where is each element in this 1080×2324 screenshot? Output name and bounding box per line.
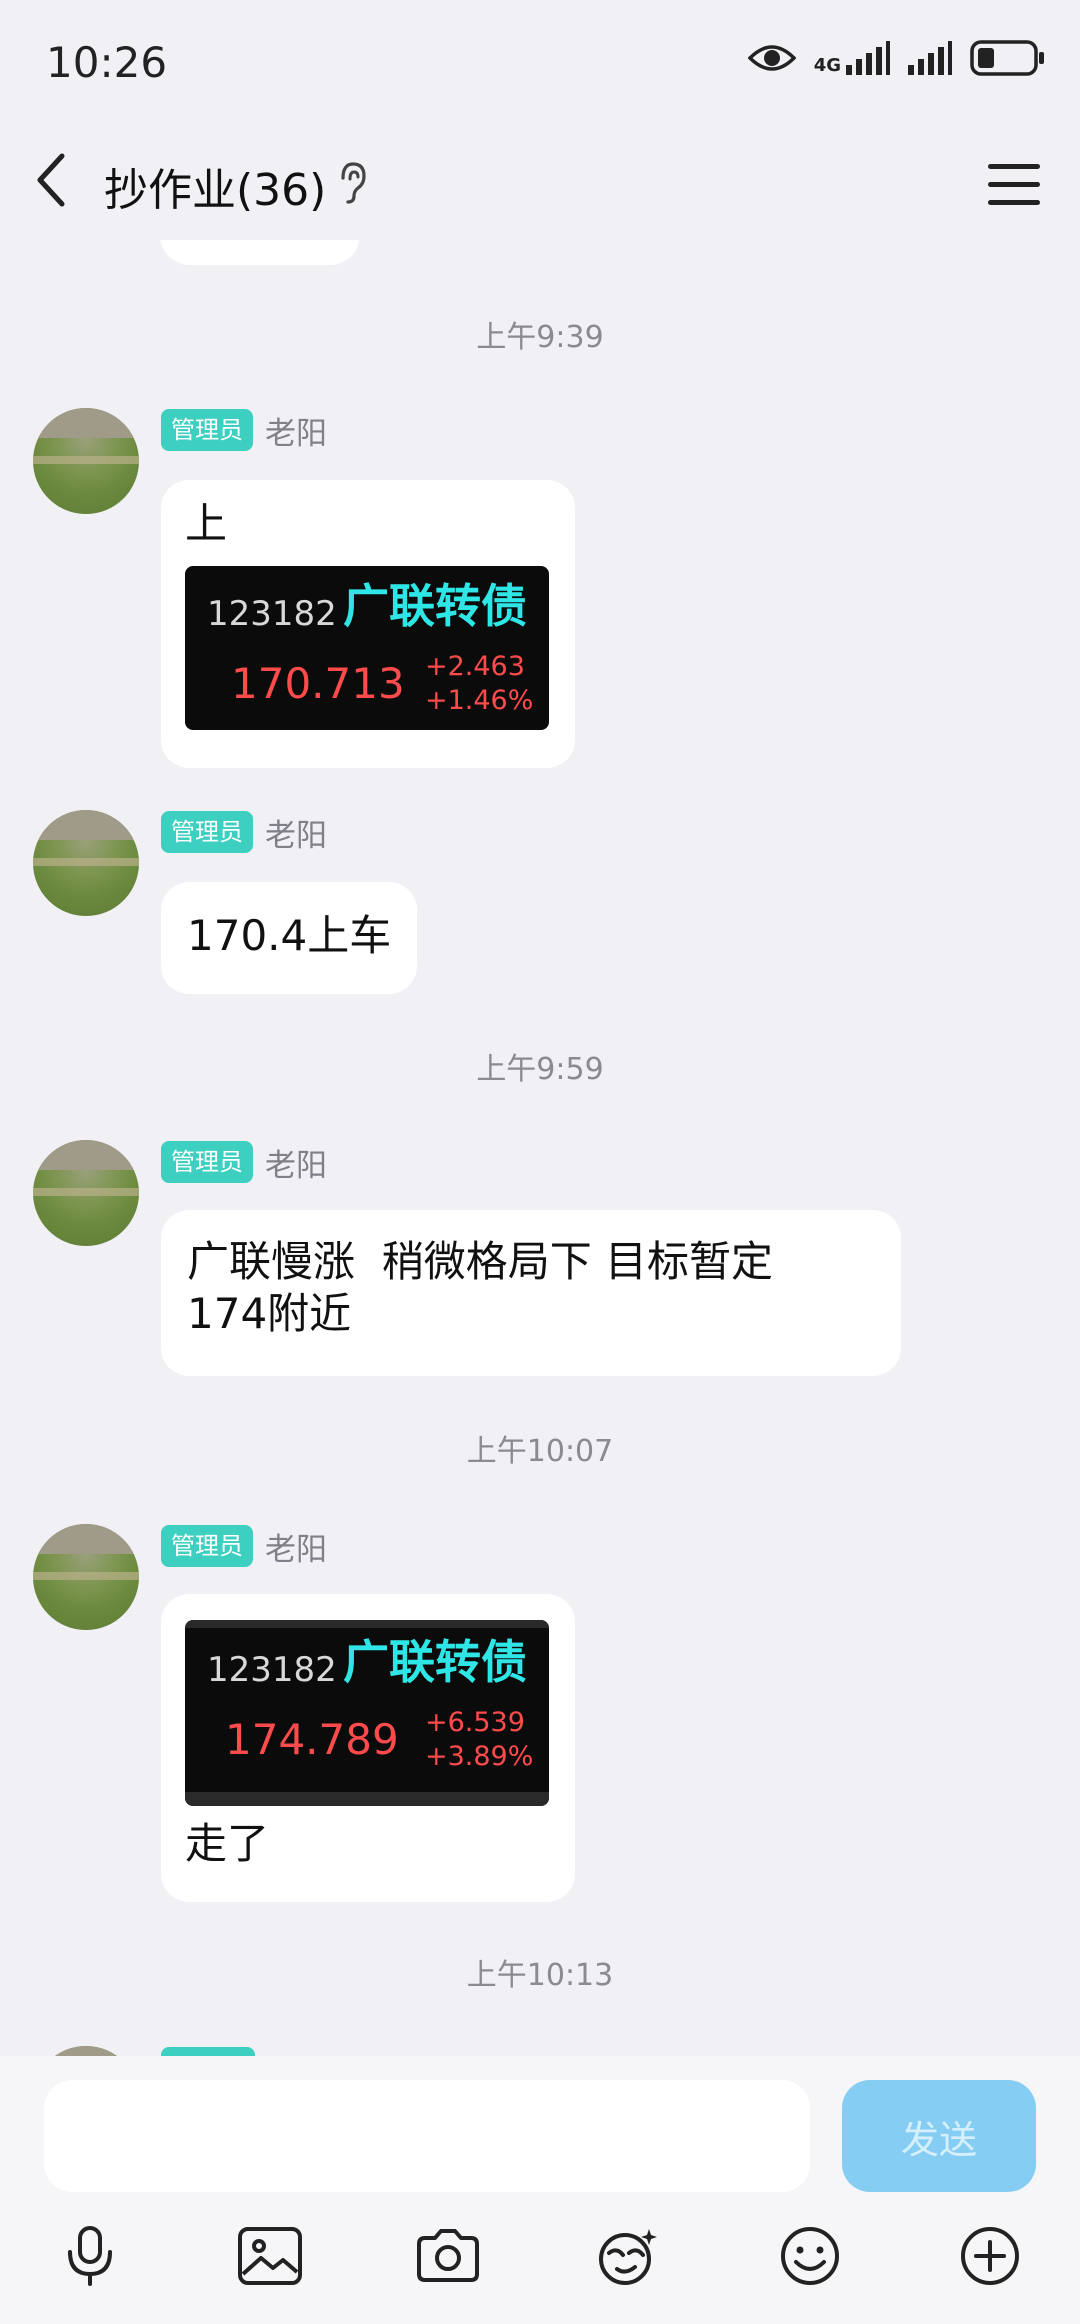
avatar[interactable] [33, 810, 139, 916]
admin-badge: 管理员 [161, 1141, 253, 1183]
avatar[interactable] [33, 408, 139, 514]
camera-icon [417, 2229, 479, 2282]
back-button[interactable] [30, 148, 90, 218]
time-separator: 上午10:07 [466, 1434, 614, 1469]
emoji-icon [781, 2227, 839, 2285]
menu-button[interactable] [982, 152, 1046, 216]
stock-code: 123182 [207, 1650, 337, 1690]
message-bubble[interactable]: 广联慢涨 稍微格局下 目标暂定 174附近 [161, 1210, 901, 1376]
status-icons: 4G [747, 40, 1046, 76]
status-time: 10:26 [46, 38, 168, 87]
plus-icon [961, 2227, 1019, 2285]
stock-quote-image[interactable]: 123182 广联转债 170.713 +2.463 +1.46% [185, 566, 549, 730]
stock-change: +6.539 +3.89% [425, 1706, 533, 1774]
battery-icon [970, 40, 1044, 76]
message-bubble[interactable]: 170.4上车 [161, 882, 418, 994]
stock-name: 广联转债 [343, 579, 527, 633]
eye-icon [747, 45, 796, 71]
message-text-line-1: 广联慢涨 稍微格局下 目标暂定 [187, 1237, 774, 1286]
avatar[interactable] [33, 1524, 139, 1630]
sender-name[interactable]: 老阳 [265, 408, 327, 453]
sender-name[interactable]: 老阳 [265, 1524, 327, 1569]
network-label: 4G [813, 55, 841, 76]
message-header [161, 2046, 255, 2056]
admin-badge: 管理员 [161, 409, 253, 451]
chat-message-list[interactable]: 上午9:39 管理员 老阳 上 123182 广联转债 170.713 +2.4… [0, 240, 1080, 2056]
message-bubble[interactable]: 上 123182 广联转债 170.713 +2.463 +1.46% [161, 480, 575, 768]
stock-change-percent: +3.89% [425, 1741, 534, 1772]
message-header: 管理员 老阳 [161, 810, 327, 854]
sender-name[interactable]: 老阳 [265, 1140, 327, 1185]
time-separator: 上午9:59 [476, 1052, 604, 1087]
message-header: 管理员 老阳 [161, 1524, 327, 1568]
message-text: 170.4上车 [187, 911, 392, 960]
status-bar: 10:26 4G [0, 0, 1080, 130]
page-title: 抄作业(36) [104, 165, 327, 216]
chat-header: 抄作业(36) [0, 130, 1080, 240]
network-4g-icon: 4G [814, 41, 890, 75]
input-bar: 发送 [0, 2056, 1080, 2324]
admin-badge: 管理员 [161, 1525, 253, 1567]
microphone-icon [68, 2226, 112, 2286]
message-input[interactable] [44, 2080, 810, 2192]
sticker-icon [599, 2229, 657, 2285]
signal-icon [908, 41, 952, 75]
stock-price: 170.713 [231, 659, 405, 708]
chevron-left-icon [37, 153, 65, 207]
sticker-button[interactable] [588, 2216, 668, 2296]
message-header: 管理员 老阳 [161, 1140, 327, 1184]
image-icon [238, 2227, 302, 2285]
message-text: 走了 [185, 1819, 270, 1868]
image-button[interactable] [230, 2216, 310, 2296]
hamburger-menu-icon [988, 164, 1040, 205]
stock-name: 广联转债 [343, 1635, 527, 1689]
stock-change-amount: +6.539 [425, 1707, 525, 1738]
more-button[interactable] [950, 2216, 1030, 2296]
stock-change-amount: +2.463 [425, 651, 525, 682]
message-text-line-2: 174附近 [187, 1289, 352, 1338]
avatar[interactable] [33, 2046, 139, 2056]
voice-button[interactable] [50, 2216, 130, 2296]
stock-quote-image[interactable]: 123182 广联转债 174.789 +6.539 +3.89% [185, 1620, 549, 1806]
ear-icon[interactable] [336, 160, 368, 206]
stock-change-percent: +1.46% [425, 685, 534, 716]
emoji-button[interactable] [770, 2216, 850, 2296]
time-separator: 上午9:39 [476, 320, 604, 355]
stock-code: 123182 [207, 594, 337, 634]
camera-button[interactable] [408, 2216, 488, 2296]
time-separator: 上午10:13 [466, 1958, 614, 1993]
admin-badge [161, 2047, 255, 2056]
message-header: 管理员 老阳 [161, 408, 327, 452]
sender-name[interactable]: 老阳 [265, 810, 327, 855]
admin-badge: 管理员 [161, 811, 253, 853]
message-bubble[interactable]: 123182 广联转债 174.789 +6.539 +3.89% 走了 [161, 1594, 575, 1902]
send-button[interactable]: 发送 [842, 2080, 1036, 2192]
input-toolbar [0, 2216, 1080, 2306]
stock-price: 174.789 [225, 1715, 399, 1764]
message-text: 上 [185, 499, 228, 548]
avatar[interactable] [33, 1140, 139, 1246]
stock-change: +2.463 +1.46% [425, 650, 533, 718]
